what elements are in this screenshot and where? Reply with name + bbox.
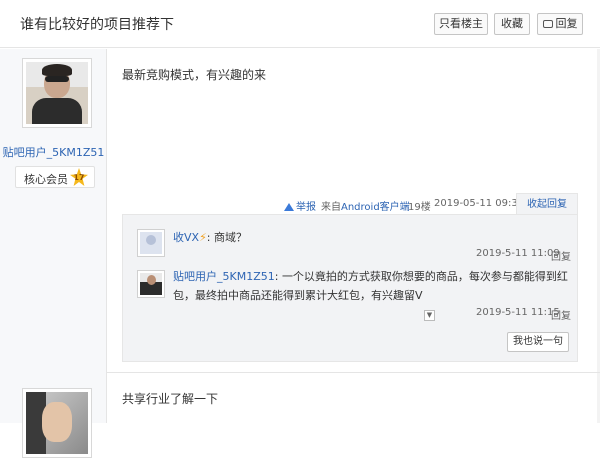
thread-header: 谁有比较好的项目推荐下 只看楼主 收藏 回复 <box>0 0 600 48</box>
comment-reply-link[interactable]: 回复 <box>551 307 571 322</box>
source-link[interactable]: Android客户端 <box>341 202 410 213</box>
comment-box: 收VX⚡: 商域？ 2019-5-11 11:09 回复 贴吧用户_5KM1Z5… <box>122 214 578 362</box>
member-badge[interactable]: 核心会员 17 <box>15 166 95 188</box>
only-owner-button[interactable]: 只看楼主 <box>434 13 488 35</box>
collapse-replies-button[interactable]: 收起回复 <box>516 193 578 215</box>
expand-icon[interactable]: ▼ <box>424 310 435 321</box>
comment-item: 贴吧用户_5KM1Z51: 一个以竟拍的方式获取你想要的商品，每次参与都能得到红… <box>173 270 568 302</box>
comment-username[interactable]: 贴吧用户_5KM1Z51 <box>173 270 275 283</box>
avatar-photo <box>26 392 88 454</box>
comment-avatar[interactable] <box>137 270 165 298</box>
reply-icon <box>542 20 553 28</box>
comment-reply-link[interactable]: 回复 <box>551 248 571 263</box>
post-content: 共享行业了解一下 <box>122 392 219 406</box>
comment-time: 2019-5-11 11:09 <box>476 248 560 259</box>
comment-text: 商域？ <box>214 231 247 244</box>
avatar-photo <box>26 62 88 124</box>
post-source: 来自Android客户端 <box>321 202 410 213</box>
comment-item: 收VX⚡: 商域？ <box>173 231 247 244</box>
level-star-icon: 17 <box>70 168 88 186</box>
badge-label: 核心会员 <box>24 173 68 186</box>
favorite-button[interactable]: 收藏 <box>494 13 530 35</box>
comment-username[interactable]: 收VX <box>173 231 199 244</box>
post-divider <box>107 372 600 373</box>
add-comment-button[interactable]: 我也说一句 <box>507 332 569 352</box>
report-link[interactable]: 举报 <box>284 198 316 213</box>
thread-title: 谁有比较好的项目推荐下 <box>20 17 174 33</box>
lightning-icon: ⚡ <box>199 231 207 244</box>
author-avatar[interactable] <box>22 388 92 458</box>
comment-avatar[interactable] <box>137 229 165 257</box>
floor-number: 19楼 <box>408 202 431 213</box>
reply-button-label: 回复 <box>555 17 578 30</box>
post-time: 2019-05-11 09:34 <box>434 198 525 209</box>
report-label: 举报 <box>296 202 316 213</box>
comment-time: 2019-5-11 11:15 <box>476 307 560 318</box>
author-avatar[interactable] <box>22 58 92 128</box>
warning-icon <box>284 203 294 211</box>
post-content: 最新竞购模式，有兴趣的来 <box>122 68 267 82</box>
author-username[interactable]: 贴吧用户_5KM1Z51 <box>0 144 107 160</box>
reply-button[interactable]: 回复 <box>537 13 583 35</box>
